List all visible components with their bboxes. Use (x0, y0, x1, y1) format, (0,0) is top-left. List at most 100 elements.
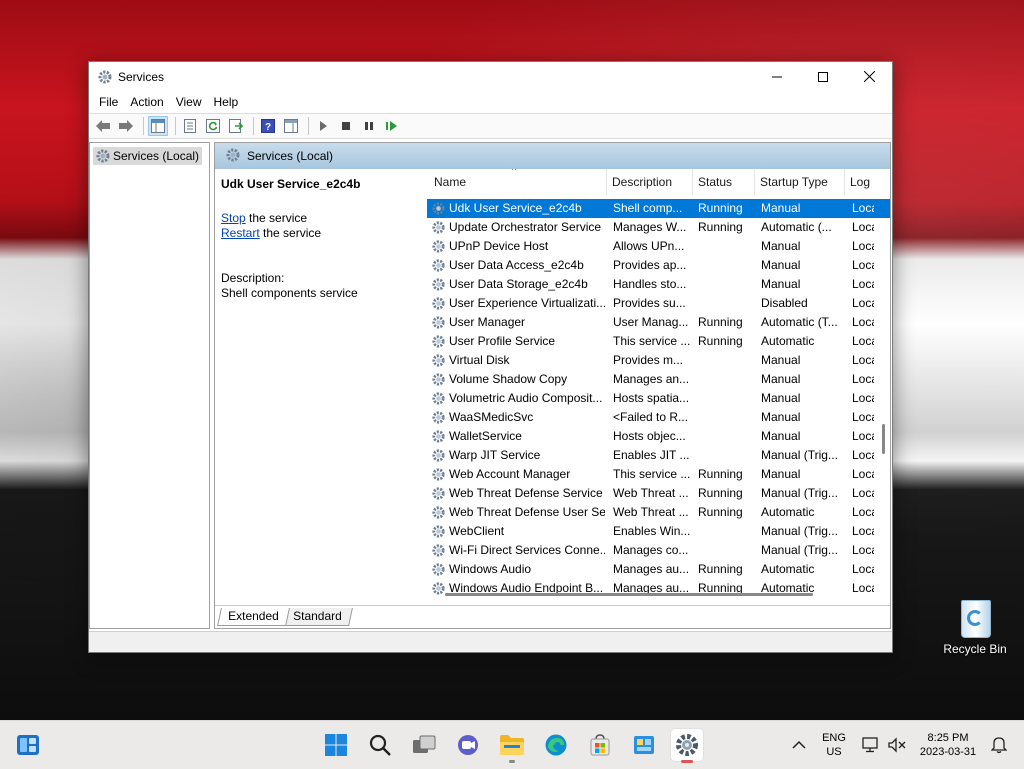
service-name-cell[interactable]: User Data Access_e2c4b (449, 256, 605, 275)
close-icon[interactable] (863, 71, 875, 82)
service-name-cell[interactable]: Warp JIT Service (449, 446, 605, 465)
store-button[interactable] (584, 729, 616, 761)
table-row[interactable]: User Profile Service This service ... Runn… (427, 332, 890, 351)
title-bar[interactable]: Services (89, 62, 892, 91)
menu-action[interactable]: Action (124, 95, 169, 109)
widgets-icon[interactable] (16, 734, 40, 756)
input-language-indicator[interactable]: ENG US (818, 731, 850, 759)
app-button[interactable] (628, 729, 660, 761)
clock[interactable]: 8:25 PM 2023-03-31 (914, 731, 982, 759)
play-icon[interactable] (317, 120, 329, 132)
tab-extended-label[interactable]: Extended (228, 608, 279, 625)
tree-node-label[interactable]: Services (Local) (113, 149, 199, 163)
service-name-cell[interactable]: User Profile Service (449, 332, 605, 351)
service-name-cell[interactable]: Web Threat Defense User Se... (449, 503, 605, 522)
maximize-button[interactable] (800, 62, 846, 91)
service-name-cell[interactable]: Update Orchestrator Service (449, 218, 605, 237)
service-name-cell[interactable]: Volume Shadow Copy (449, 370, 605, 389)
minimize-icon[interactable] (772, 72, 782, 82)
volume-button[interactable] (884, 729, 910, 761)
stop-service-link[interactable]: Stop (221, 211, 246, 225)
service-name-cell[interactable]: Wi-Fi Direct Services Conne... (449, 541, 605, 560)
table-row[interactable]: Volume Shadow Copy Manages an... Manual Loc… (427, 370, 890, 389)
table-row[interactable]: Virtual Disk Provides m... Manual Loca (427, 351, 890, 370)
chat-button[interactable] (452, 729, 484, 761)
menu-help[interactable]: Help (208, 95, 245, 109)
stop-icon[interactable] (340, 120, 352, 132)
tab-standard-label[interactable]: Standard (293, 608, 342, 625)
properties-icon[interactable] (183, 119, 197, 133)
table-row[interactable]: User Data Storage_e2c4b Handles sto... Man… (427, 275, 890, 294)
restart-service-button[interactable] (382, 116, 402, 136)
table-row[interactable]: WebClient Enables Win... Manual (Trig... Lo… (427, 522, 890, 541)
service-name-cell[interactable]: WaaSMedicSvc (449, 408, 605, 427)
service-name-cell[interactable]: Virtual Disk (449, 351, 605, 370)
table-row[interactable]: Udk User Service_e2c4b Shell comp... Runni… (427, 199, 890, 218)
vertical-scrollbar[interactable] (882, 424, 885, 454)
volume-muted-icon[interactable] (888, 737, 906, 753)
keyboard-layout[interactable]: US (818, 745, 850, 759)
refresh-icon[interactable] (206, 119, 220, 133)
app-window-icon[interactable] (632, 734, 656, 756)
table-row[interactable]: Web Threat Defense User Se... Web Threat … (427, 503, 890, 522)
service-name-cell[interactable]: User Data Storage_e2c4b (449, 275, 605, 294)
start-button[interactable] (320, 729, 352, 761)
maximize-icon[interactable] (818, 71, 828, 82)
table-row[interactable]: WalletService Hosts objec... Manual Loca (427, 427, 890, 446)
tree-node-services-local[interactable]: Services (Local) (93, 147, 203, 165)
notifications-button[interactable] (986, 729, 1012, 761)
service-name-cell[interactable]: Windows Audio (449, 560, 605, 579)
menu-file[interactable]: File (93, 95, 124, 109)
forward-button[interactable] (116, 116, 136, 136)
task-view-button[interactable] (408, 729, 440, 761)
folder-icon[interactable] (499, 734, 525, 756)
action-pane-icon[interactable] (284, 119, 298, 133)
horizontal-scrollbar[interactable] (445, 593, 813, 596)
table-row[interactable]: Web Threat Defense Service Web Threat ...… (427, 484, 890, 503)
store-bag-icon[interactable] (588, 733, 612, 757)
help-icon[interactable]: ? (261, 119, 275, 133)
search-icon[interactable] (368, 733, 392, 757)
stop-service-button[interactable] (336, 116, 356, 136)
tab-standard[interactable]: Standard (282, 608, 353, 626)
recycle-bin-label[interactable]: Recycle Bin (940, 642, 1010, 656)
column-header-startup-type[interactable]: Startup Type (755, 169, 845, 195)
search-button[interactable] (364, 729, 396, 761)
service-name-cell[interactable]: WebClient (449, 522, 605, 541)
minimize-button[interactable] (754, 62, 800, 91)
notification-bell-icon[interactable] (991, 736, 1007, 754)
recycle-bin-shortcut[interactable]: Recycle Bin (940, 596, 1010, 656)
clock-date[interactable]: 2023-03-31 (914, 745, 982, 759)
table-row[interactable]: Wi-Fi Direct Services Conne... Manages co… (427, 541, 890, 560)
service-name-cell[interactable]: Web Account Manager (449, 465, 605, 484)
service-name-cell[interactable]: WalletService (449, 427, 605, 446)
edge-browser-icon[interactable] (544, 733, 568, 757)
table-row[interactable]: User Experience Virtualizati... Provides … (427, 294, 890, 313)
service-name-cell[interactable]: User Experience Virtualizati... (449, 294, 605, 313)
restart-service-link[interactable]: Restart (221, 226, 260, 240)
help-button[interactable]: ? (258, 116, 278, 136)
service-name-cell[interactable]: Volumetric Audio Composit... (449, 389, 605, 408)
column-header-name[interactable]: Name (427, 169, 607, 195)
back-arrow-icon[interactable] (95, 119, 111, 133)
widgets-button[interactable] (12, 729, 44, 761)
properties-button[interactable] (180, 116, 200, 136)
file-explorer-button[interactable] (496, 729, 528, 763)
recycle-bin-icon[interactable] (958, 596, 992, 638)
table-row[interactable]: WaaSMedicSvc <Failed to R... Manual Loca (427, 408, 890, 427)
table-row[interactable]: Volumetric Audio Composit... Hosts spatia… (427, 389, 890, 408)
service-name-cell[interactable]: Udk User Service_e2c4b (449, 199, 605, 218)
column-header-description[interactable]: Description (607, 169, 693, 195)
chat-icon[interactable] (456, 733, 480, 757)
service-name-cell[interactable]: Web Threat Defense Service (449, 484, 605, 503)
services-gear-icon[interactable] (674, 732, 700, 758)
column-header-status[interactable]: Status (693, 169, 755, 195)
export-list-icon[interactable] (229, 119, 243, 133)
table-row[interactable]: UPnP Device Host Allows UPn... Manual Loca (427, 237, 890, 256)
column-header-log-on-as[interactable]: Log (845, 169, 890, 195)
table-row[interactable]: Windows Audio Manages au... Running Automat… (427, 560, 890, 579)
edge-button[interactable] (540, 729, 572, 761)
service-name-cell[interactable]: User Manager (449, 313, 605, 332)
back-button[interactable] (93, 116, 113, 136)
table-row[interactable]: Update Orchestrator Service Manages W... R… (427, 218, 890, 237)
